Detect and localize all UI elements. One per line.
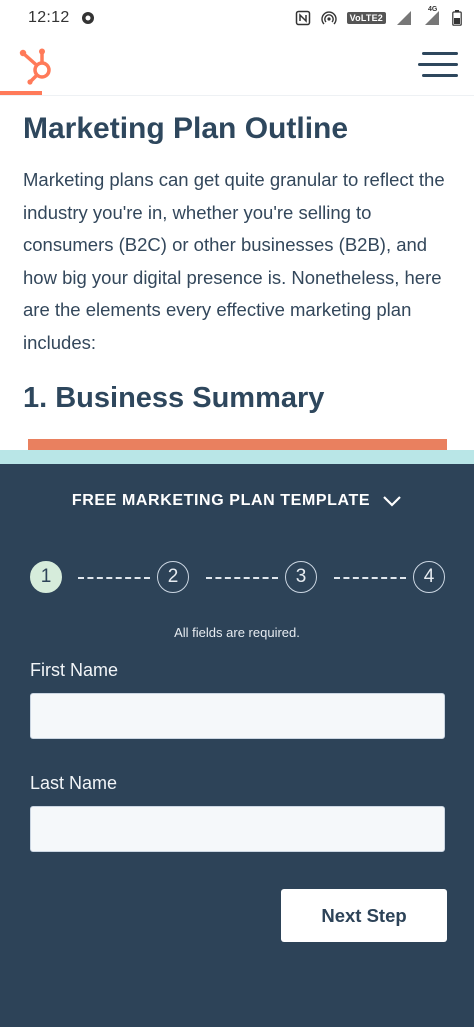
required-fields-note: All fields are required. bbox=[174, 625, 300, 640]
step-2: 2 bbox=[157, 561, 189, 593]
next-step-button[interactable]: Next Step bbox=[281, 889, 447, 942]
last-name-field[interactable] bbox=[30, 806, 445, 852]
status-bar: 12:12 VoLTE2 4G bbox=[0, 0, 474, 36]
logo-underline bbox=[0, 91, 42, 95]
battery-icon bbox=[452, 10, 462, 26]
volte-badge: VoLTE2 bbox=[346, 12, 386, 24]
site-header bbox=[0, 36, 474, 96]
hubspot-sprocket-icon[interactable] bbox=[16, 42, 60, 86]
step-connector bbox=[78, 577, 150, 579]
last-name-label: Last Name bbox=[30, 773, 118, 793]
section-heading: 1. Business Summary bbox=[23, 382, 325, 414]
nfc-icon bbox=[295, 10, 311, 26]
signal-icon bbox=[396, 10, 414, 26]
step-1: 1 bbox=[30, 561, 62, 593]
status-time: 12:12 bbox=[28, 9, 70, 26]
step-connector bbox=[334, 577, 406, 579]
article-title: Marketing Plan Outline bbox=[23, 112, 349, 145]
form-top-accent bbox=[0, 450, 474, 464]
hotspot-icon bbox=[321, 10, 337, 26]
first-name-label: First Name bbox=[30, 660, 119, 680]
form-toggle-button[interactable]: FREE MARKETING PLAN TEMPLATE bbox=[0, 488, 474, 514]
article-content: Marketing Plan Outline Marketing plans c… bbox=[23, 108, 453, 359]
form-stepper: 1 2 3 4 bbox=[30, 561, 446, 595]
form-toggle-label: FREE MARKETING PLAN TEMPLATE bbox=[71, 492, 371, 509]
notification-icon bbox=[80, 10, 96, 26]
status-indicators: VoLTE2 4G bbox=[295, 6, 462, 26]
step-connector bbox=[206, 577, 278, 579]
hamburger-menu-icon[interactable] bbox=[418, 50, 458, 80]
chevron-down-icon bbox=[382, 494, 402, 508]
network-type-label: 4G bbox=[428, 6, 438, 13]
step-3: 3 bbox=[285, 561, 317, 593]
step-4: 4 bbox=[413, 561, 445, 593]
first-name-field[interactable] bbox=[30, 693, 445, 739]
template-form-panel: FREE MARKETING PLAN TEMPLATE 1 2 3 4 All… bbox=[0, 464, 474, 1027]
article-paragraph: Marketing plans can get quite granular t… bbox=[23, 169, 445, 353]
signal-4g-icon: 4G bbox=[424, 6, 442, 26]
